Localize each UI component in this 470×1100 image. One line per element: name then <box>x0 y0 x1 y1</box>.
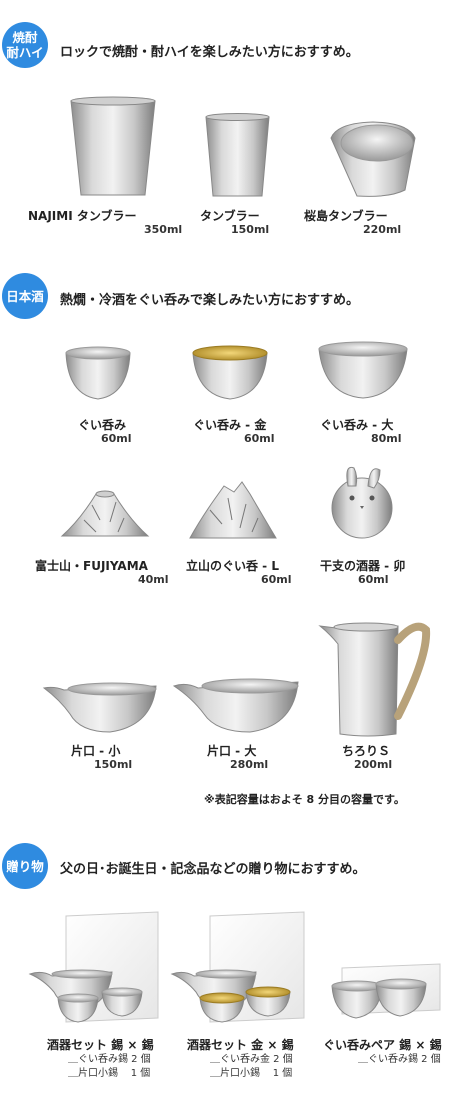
guinomi-gold-image <box>192 345 268 400</box>
product-guinomi[interactable] <box>63 345 133 403</box>
product-guinomi-gold[interactable] <box>190 345 270 403</box>
section-title-shochu: ロックで焼酎・酎ハイを楽しみたい方におすすめ。 <box>60 45 359 60</box>
product-name: ぐい呑み <box>78 418 127 432</box>
product-tumbler[interactable] <box>200 112 275 200</box>
product-volume: 60ml <box>244 432 275 445</box>
gift-contents: ＿ぐい呑み錫 2 個 <box>358 1054 441 1065</box>
product-volume: 150ml <box>231 223 270 236</box>
product-name: タンブラー <box>200 209 260 223</box>
product-fujiyama[interactable] <box>60 480 150 540</box>
product-katakuchi-large[interactable] <box>170 674 302 736</box>
product-name: 桜島タンブラー <box>304 209 388 223</box>
product-name: ちろりＳ <box>342 744 391 758</box>
fujiyama-image <box>60 490 150 537</box>
guinomi-image <box>65 346 131 400</box>
eto-rabbit-image <box>331 466 393 539</box>
chirori-image <box>318 622 431 737</box>
product-volume: 220ml <box>363 223 402 236</box>
product-volume: 60ml <box>101 432 132 445</box>
gift-guinomi-pair[interactable] <box>324 962 444 1022</box>
tateyama-image <box>189 481 277 539</box>
product-volume: 200ml <box>354 758 393 771</box>
product-tateyama[interactable] <box>188 470 278 542</box>
section-title-gift: 父の日･お誕生日・記念品などの贈り物におすすめ。 <box>60 862 366 877</box>
volume-note: ※表記容量はおよそ 8 分目の容量です。 <box>204 793 405 806</box>
product-sakurajima-tumbler[interactable] <box>327 118 419 200</box>
gift-name: 酒器セット 金 × 錫 <box>187 1038 294 1052</box>
product-eto-rabbit[interactable] <box>322 460 402 540</box>
gift-set-tin-tin[interactable] <box>28 908 163 1028</box>
gift-set-gold-image <box>170 911 305 1023</box>
tumbler-image <box>205 113 270 197</box>
product-name: 富士山・FUJIYAMA <box>35 559 148 573</box>
shochu-badge: 焼酎 耐ハイ <box>2 22 48 68</box>
sakurajima-tumbler-image <box>330 121 416 197</box>
product-name: ぐい呑み - 大 <box>320 418 394 432</box>
product-name: 干支の酒器 - 卯 <box>320 559 406 573</box>
gift-set-gold-tin[interactable] <box>170 908 308 1028</box>
product-najimi-tumbler[interactable] <box>63 95 163 200</box>
product-name: ぐい呑み - 金 <box>193 418 267 432</box>
product-name: NAJIMI タンブラー <box>28 209 137 223</box>
product-chirori[interactable] <box>316 616 436 740</box>
product-name: 立山のぐい呑 - L <box>186 559 279 573</box>
product-volume: 60ml <box>261 573 292 586</box>
product-volume: 350ml <box>144 223 183 236</box>
product-katakuchi-small[interactable] <box>40 676 160 736</box>
product-volume: 150ml <box>94 758 133 771</box>
guinomi-large-image <box>318 341 408 399</box>
product-guinomi-large[interactable] <box>316 340 410 402</box>
gift-contents: ＿ぐい呑み金 2 個 ＿片口小錫 1 個 <box>210 1054 293 1079</box>
sake-badge: 日本酒 <box>2 273 48 319</box>
gift-set-tin-image <box>28 911 159 1023</box>
product-name: 片口 - 小 <box>71 744 121 758</box>
gift-name: 酒器セット 錫 × 錫 <box>47 1038 154 1052</box>
product-name: 片口 - 大 <box>207 744 257 758</box>
najimi-tumbler-image <box>70 96 156 196</box>
gift-pair-image <box>331 963 441 1019</box>
gift-name: ぐい呑みペア 錫 × 錫 <box>323 1038 442 1052</box>
product-volume: 280ml <box>230 758 269 771</box>
gift-badge: 贈り物 <box>2 843 48 889</box>
section-title-sake: 熱燗・冷酒をぐい呑みで楽しみたい方におすすめ。 <box>60 293 360 308</box>
product-volume: 40ml <box>138 573 169 586</box>
product-volume: 80ml <box>371 432 402 445</box>
gift-contents: ＿ぐい呑み錫 2 個 ＿片口小錫 1 個 <box>68 1054 151 1079</box>
katakuchi-large-image <box>172 678 299 733</box>
katakuchi-small-image <box>42 682 157 733</box>
product-volume: 60ml <box>358 573 389 586</box>
